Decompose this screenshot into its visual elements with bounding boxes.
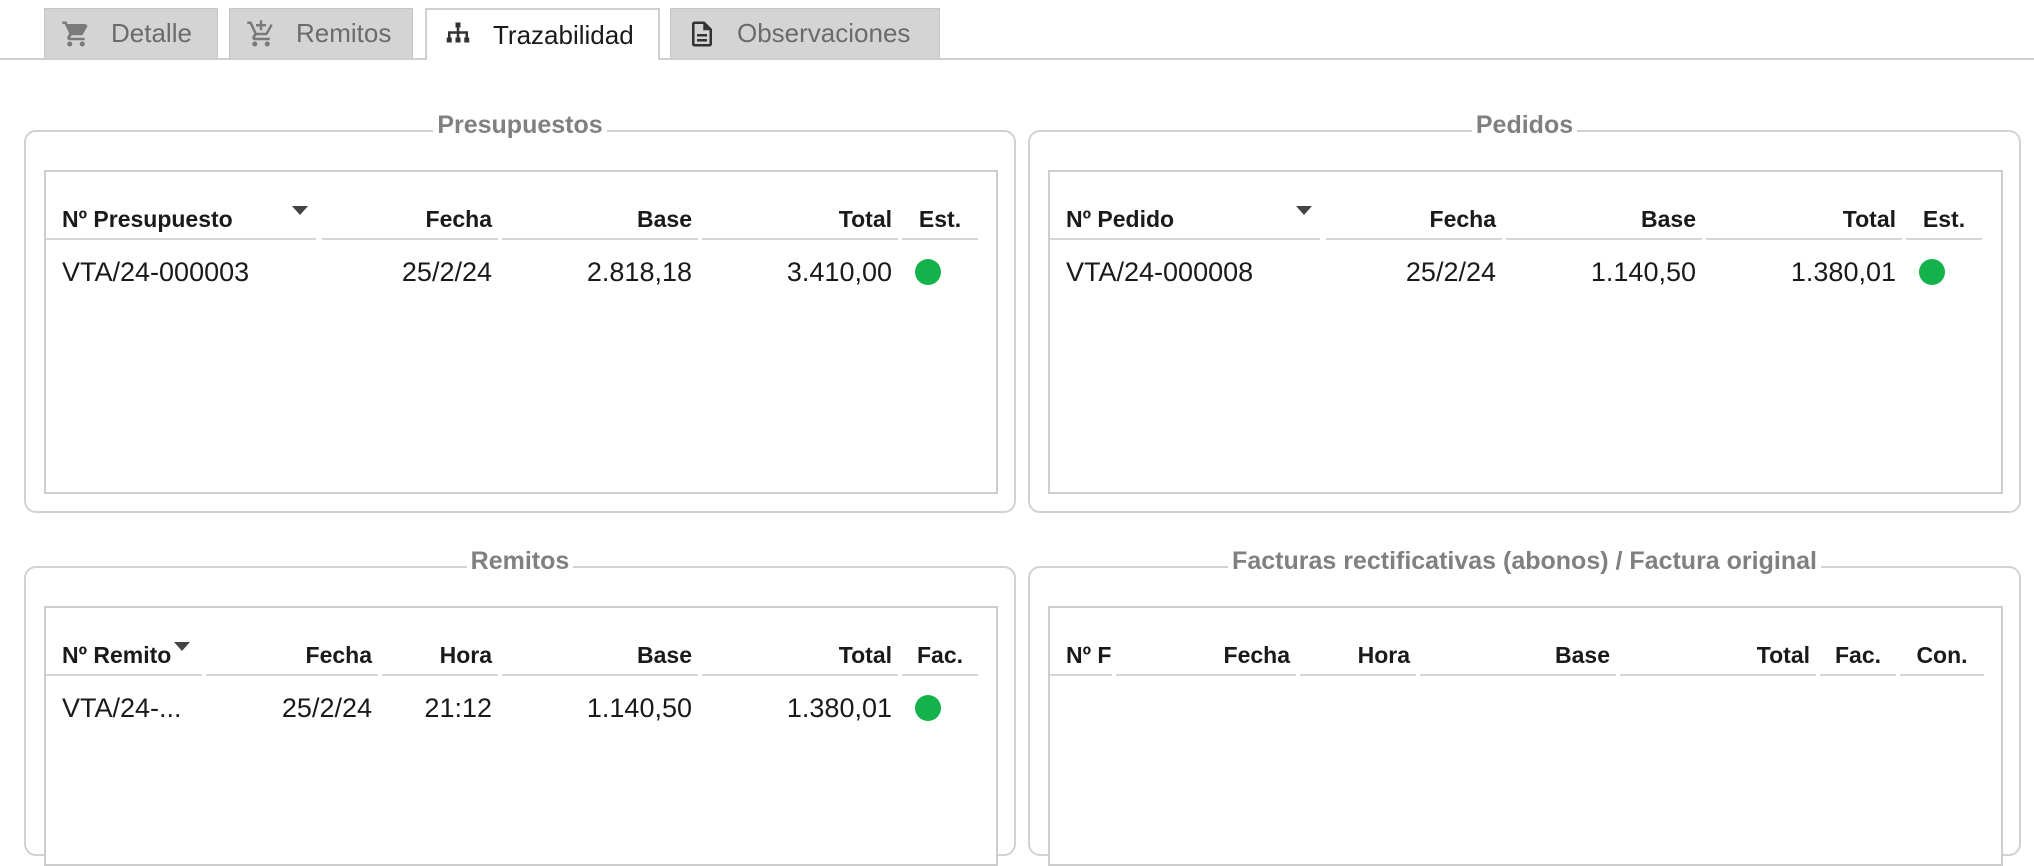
tab-detalle[interactable]: Detalle (44, 8, 218, 58)
column-header-base[interactable]: Base (1420, 636, 1616, 676)
tab-observaciones[interactable]: Observaciones (670, 8, 940, 58)
column-header-estado[interactable]: Est. (1906, 200, 1982, 240)
group-presupuestos: Presupuestos Nº Presupuesto Fecha Base T… (24, 111, 1016, 513)
cell-total: 1.380,01 (786, 692, 892, 723)
group-remitos: Remitos Nº Remito Fecha Hora Base Total … (24, 547, 1016, 866)
table-facturas[interactable]: Nº Fa Fecha Hora Base Total Fac. Con. (1048, 606, 2003, 866)
group-title: Facturas rectificativas (abonos) / Factu… (1030, 546, 2019, 576)
tab-trazabilidad[interactable]: Trazabilidad (425, 8, 660, 60)
column-header-base[interactable]: Base (502, 200, 698, 240)
tab-remitos[interactable]: Remitos (229, 8, 413, 58)
column-header-facturado[interactable]: Fac. (902, 636, 978, 676)
column-header-numero[interactable]: Nº Pedido (1050, 200, 1320, 240)
tab-label: Detalle (111, 18, 192, 48)
column-header-fecha[interactable]: Fecha (322, 200, 498, 240)
sort-descending-icon[interactable] (1296, 206, 1312, 215)
column-header-total[interactable]: Total (1706, 200, 1902, 240)
column-header-numero[interactable]: Nº Presupuesto (46, 200, 316, 240)
status-green-dot (915, 695, 941, 721)
column-header-fecha[interactable]: Fecha (1326, 200, 1502, 240)
cell-base: 1.140,50 (1590, 256, 1696, 287)
column-header-estado[interactable]: Est. (902, 200, 978, 240)
group-title: Remitos (26, 546, 1014, 576)
cell-numero: VTA/24-000003 (62, 256, 250, 287)
group-facturas-rectificativas: Facturas rectificativas (abonos) / Factu… (1028, 547, 2021, 866)
table-remitos[interactable]: Nº Remito Fecha Hora Base Total Fac. VTA… (44, 606, 998, 866)
column-header-total[interactable]: Total (1620, 636, 1816, 676)
column-header-fecha[interactable]: Fecha (206, 636, 378, 676)
table-pedidos[interactable]: Nº Pedido Fecha Base Total Est. VTA/24-0… (1048, 170, 2003, 494)
group-title: Presupuestos (26, 110, 1014, 140)
sort-descending-icon[interactable] (174, 642, 190, 651)
group-title: Pedidos (1030, 110, 2019, 140)
column-header-contabilizado[interactable]: Con. (1900, 636, 1984, 676)
cell-base: 1.140,50 (586, 692, 692, 723)
cell-total: 1.380,01 (1790, 256, 1896, 287)
tab-label: Remitos (296, 18, 392, 48)
tab-label: Observaciones (737, 18, 911, 48)
column-header-fecha[interactable]: Fecha (1116, 636, 1296, 676)
cell-fecha: 25/2/24 (1405, 256, 1496, 287)
column-header-facturado[interactable]: Fac. (1820, 636, 1896, 676)
column-header-total[interactable]: Total (702, 636, 898, 676)
cart-plus-icon (244, 17, 278, 51)
cell-numero: VTA/24-... (62, 692, 182, 723)
status-green-dot (915, 259, 941, 285)
column-header-base[interactable]: Base (502, 636, 698, 676)
column-header-total[interactable]: Total (702, 200, 898, 240)
tab-bar: Detalle Remitos Trazabilidad Observacion… (0, 0, 2034, 60)
cell-base: 2.818,18 (586, 256, 692, 287)
document-icon (685, 17, 719, 51)
tab-bar-divider (0, 58, 2034, 60)
cart-icon (59, 17, 93, 51)
sort-descending-icon[interactable] (292, 206, 308, 215)
status-green-dot (1919, 259, 1945, 285)
cell-numero: VTA/24-000008 (1066, 256, 1254, 287)
column-header-hora[interactable]: Hora (1300, 636, 1416, 676)
group-pedidos: Pedidos Nº Pedido Fecha Base Total Est. … (1028, 111, 2021, 513)
column-header-hora[interactable]: Hora (382, 636, 498, 676)
cell-fecha: 25/2/24 (401, 256, 492, 287)
column-header-numero[interactable]: Nº Fa (1050, 636, 1112, 676)
cell-total: 3.410,00 (786, 256, 892, 287)
cell-hora: 21:12 (424, 692, 492, 723)
hierarchy-icon (441, 18, 475, 52)
tab-label: Trazabilidad (493, 19, 634, 50)
table-presupuestos[interactable]: Nº Presupuesto Fecha Base Total Est. VTA… (44, 170, 998, 494)
cell-fecha: 25/2/24 (281, 692, 372, 723)
column-header-base[interactable]: Base (1506, 200, 1702, 240)
